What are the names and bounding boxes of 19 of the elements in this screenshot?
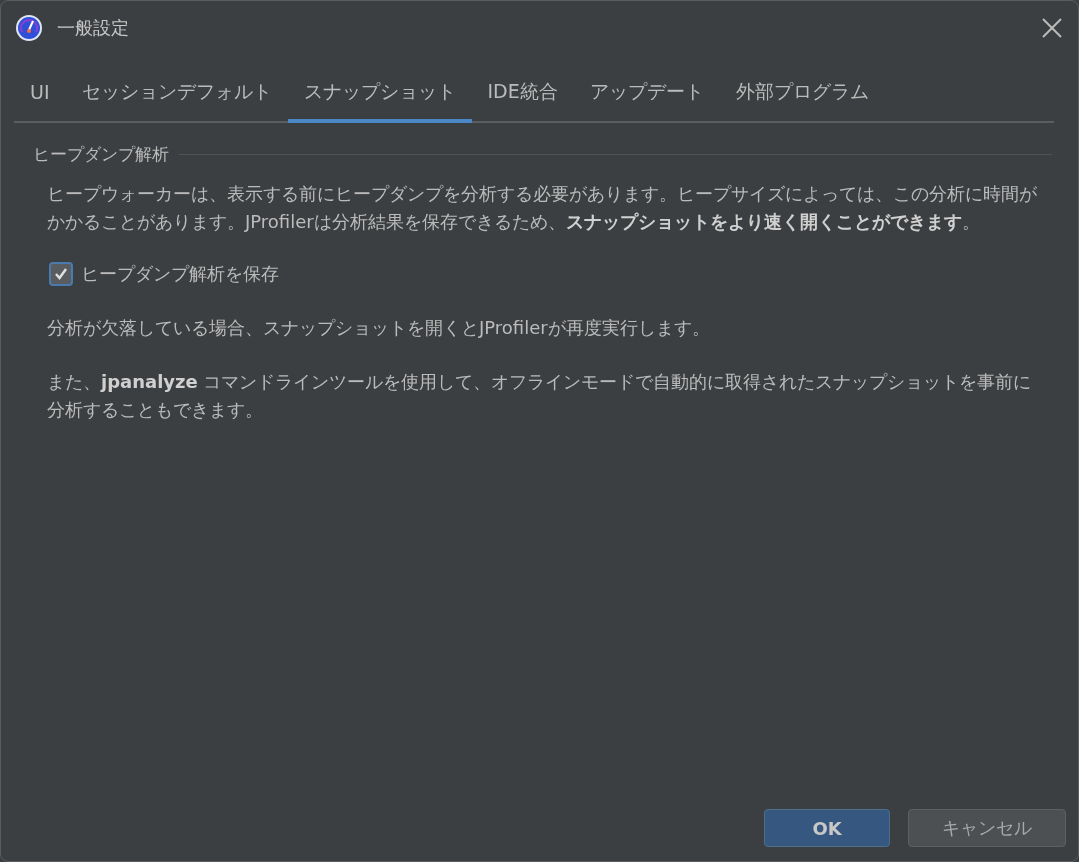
tab[interactable]: IDE統合 [471,67,574,123]
section-title: ヒープダンプ解析 [33,143,169,166]
checkbox-label: ヒープダンプ解析を保存 [81,262,279,286]
tab[interactable]: セッションデフォルト [65,67,288,123]
tab[interactable]: UI [14,67,66,123]
note-text: また、jpanalyze コマンドラインツールを使用して、オフラインモードで自動的に取得されたスナップショットを事前に分析することもできます。 [46,370,1033,422]
note-text: 分析が欠落している場合、スナップショットを開くとJProfilerが再度実行します。 [46,316,711,340]
ok-button[interactable]: OK [764,809,890,847]
window-title: 一般設定 [57,16,130,40]
close-button[interactable] [1040,16,1064,40]
tab[interactable]: スナップショット [287,67,472,123]
tab[interactable]: 外部プログラム [719,67,885,123]
check-icon [54,267,68,281]
tab[interactable]: アップデート [573,67,720,123]
close-icon [1042,18,1062,38]
checkbox[interactable] [49,262,73,286]
description-text: ヒープウォーカーは、表示する前にヒープダンプを分析する必要があります。ヒープサイズによっては、この分析に時間がかかることがあります。JProfilerは分析結果を保存できるため、スナップショットをより速く開くことができます。 [46,182,1037,234]
cancel-button[interactable]: キャンセル [908,809,1066,847]
gauge-icon [15,14,43,42]
